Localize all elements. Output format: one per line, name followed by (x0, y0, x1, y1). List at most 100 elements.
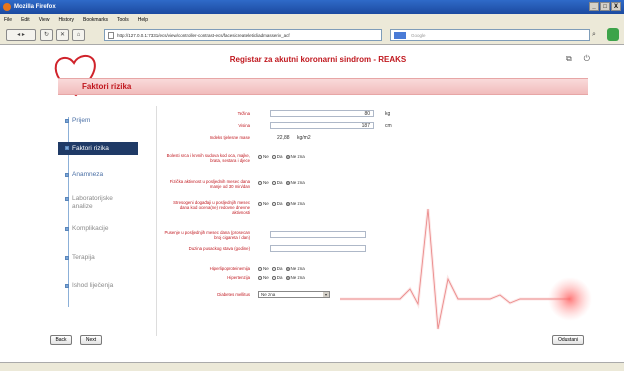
menu-bar: File Edit View History Bookmarks Tools H… (0, 14, 624, 25)
diabetes-select-value: Ne zna (261, 292, 276, 297)
bullet-icon (65, 284, 69, 288)
hiperlipo-radio-ne-zna[interactable]: Ne zna (285, 266, 305, 271)
sidebar-item-label: Prijem (72, 117, 91, 124)
tezina-unit: kg (385, 111, 391, 117)
power-icon[interactable]: ⏻ (584, 54, 590, 64)
q1-radio-da[interactable]: Da (271, 154, 283, 159)
reload-icon[interactable]: ↻ (40, 29, 53, 41)
search-engine-icon (394, 32, 406, 39)
window-title: Mozilla Firefox (14, 4, 56, 10)
hipertenzija-radio-da[interactable]: Da (271, 275, 283, 280)
bullet-icon (65, 197, 69, 201)
diabetes-select[interactable]: Ne zna ▾ (258, 291, 330, 298)
visina-label: Visina (238, 123, 250, 128)
q3-radio-ne[interactable]: Ne (258, 201, 269, 206)
navigation-toolbar: ◂ ▸ ↻ ✕ ⌂ http://127.0.0.1:7331/ecs/view… (0, 25, 624, 45)
pusenje-input[interactable] (270, 231, 366, 238)
bullet-icon (65, 227, 69, 231)
q3-radio-da[interactable]: Da (271, 201, 283, 206)
page-icon (108, 32, 114, 39)
chevron-down-icon: ▾ (323, 292, 329, 297)
stop-icon[interactable]: ✕ (56, 29, 69, 41)
hiperlipo-radio-da[interactable]: Da (271, 266, 283, 271)
bullet-icon (65, 173, 69, 177)
sidebar-item-ishod-lijecenja[interactable]: Ishod liječenja (58, 282, 138, 290)
duzina-input[interactable] (270, 245, 366, 252)
sidebar-item-prijem[interactable]: Prijem (58, 117, 138, 125)
back-forward-icon[interactable]: ◂ ▸ (6, 29, 36, 41)
bullet-icon (65, 146, 69, 150)
q1-radio-ne[interactable]: Ne (258, 154, 269, 159)
section-header (58, 78, 588, 95)
sidebar-item-label: Laboratorijske analize (72, 195, 113, 210)
window-icon[interactable]: ⧉ (566, 54, 572, 64)
sidebar-item-terapija[interactable]: Terapija (58, 254, 138, 262)
bmi-unit: kg/m2 (297, 135, 311, 141)
menu-edit[interactable]: Edit (21, 17, 30, 23)
hipertenzija-radio-ne-zna[interactable]: Ne zna (285, 275, 305, 280)
tezina-value: 80 (364, 111, 370, 117)
sidebar-item-laboratorijske-analize[interactable]: Laboratorijske analize (58, 195, 128, 211)
content-divider (156, 106, 157, 336)
menu-bookmarks[interactable]: Bookmarks (83, 17, 108, 23)
hiperlipo-radio-group: Ne Da Ne zna (258, 266, 305, 271)
window-titlebar: Mozilla Firefox _ □ X (0, 0, 624, 14)
footer-toolbar: Back Next Odustani (40, 335, 600, 347)
sidebar-item-label: Terapija (72, 254, 95, 261)
cancel-button[interactable]: Odustani (552, 335, 584, 345)
search-icon[interactable]: ⌕ (592, 31, 596, 39)
status-bar (0, 362, 624, 371)
page-content: Registar za akutni koronarni sindrom - R… (40, 49, 600, 357)
q1-label: Bolesti srca i krvnih sudova kod oca, ma… (166, 153, 250, 164)
sidebar-item-label: Ishod liječenja (72, 282, 114, 289)
q3-radio-group: Ne Da Ne zna (258, 201, 305, 206)
menu-file[interactable]: File (4, 17, 12, 23)
app-title: Registar za akutni koronarni sindrom - R… (229, 55, 407, 64)
firefox-icon (3, 3, 11, 11)
menu-history[interactable]: History (58, 17, 74, 23)
sidebar-item-komplikacije[interactable]: Komplikacije (58, 225, 138, 233)
sidebar: Prijem Faktori rizika Anamneza Laborator… (58, 113, 140, 311)
url-text: http://127.0.0.1:7331/ecs/view/controlle… (117, 33, 290, 38)
q2-radio-ne-zna[interactable]: Ne zna (285, 180, 305, 185)
sidebar-item-faktori-rizika[interactable]: Faktori rizika (58, 142, 138, 155)
close-window-button[interactable]: X (611, 2, 621, 11)
hiperlipo-radio-ne[interactable]: Ne (258, 266, 269, 271)
menu-tools[interactable]: Tools (117, 17, 129, 23)
q3-label: Stresogeni događaji u posljednjih mesec … (173, 200, 250, 216)
diabetes-label: Diabetes mellitus (217, 292, 250, 297)
pusenje-label: Pusenje u posljednjih mesec dana (prosec… (164, 230, 250, 241)
minimize-button[interactable]: _ (589, 2, 599, 11)
tezina-input[interactable]: 80 (270, 110, 374, 117)
sidebar-item-anamneza[interactable]: Anamneza (58, 171, 138, 179)
visina-input[interactable]: 187 (270, 122, 374, 129)
sidebar-item-label: Anamneza (72, 171, 104, 178)
hipertenzija-radio-ne[interactable]: Ne (258, 275, 269, 280)
menu-view[interactable]: View (39, 17, 50, 23)
bmi-label: Indeks tjelesne mase (209, 135, 250, 140)
url-bar[interactable]: http://127.0.0.1:7331/ecs/view/controlle… (104, 29, 382, 41)
menu-help[interactable]: Help (138, 17, 148, 23)
sidebar-item-label: Faktori rizika (72, 145, 109, 152)
home-icon[interactable]: ⌂ (72, 29, 85, 41)
search-input[interactable]: Google (390, 29, 590, 41)
ecg-wave-graphic (340, 208, 592, 330)
maximize-button[interactable]: □ (600, 2, 610, 11)
q2-radio-ne[interactable]: Ne (258, 180, 269, 185)
q3-radio-ne-zna[interactable]: Ne zna (285, 201, 305, 206)
visina-value: 187 (361, 123, 370, 129)
hiperlipo-label: Hiperlipoproteinemija (209, 266, 250, 271)
q1-radio-group: Ne Da Ne zna (258, 154, 305, 159)
q1-radio-ne-zna[interactable]: Ne zna (285, 154, 305, 159)
q2-label: Fizička aktivnost u posljednih mesec dan… (169, 179, 250, 190)
bullet-icon (65, 256, 69, 260)
q2-radio-da[interactable]: Da (271, 180, 283, 185)
hipertenzija-radio-group: Ne Da Ne zna (258, 275, 305, 280)
next-button[interactable]: Next (80, 335, 102, 345)
sidebar-item-label: Komplikacije (72, 225, 109, 232)
q2-radio-group: Ne Da Ne zna (258, 180, 305, 185)
search-placeholder: Google (411, 33, 426, 38)
back-button[interactable]: Back (50, 335, 72, 345)
duzina-label: Duzina pusackog stava (godine) (188, 246, 250, 251)
addon-icon[interactable] (607, 28, 619, 41)
